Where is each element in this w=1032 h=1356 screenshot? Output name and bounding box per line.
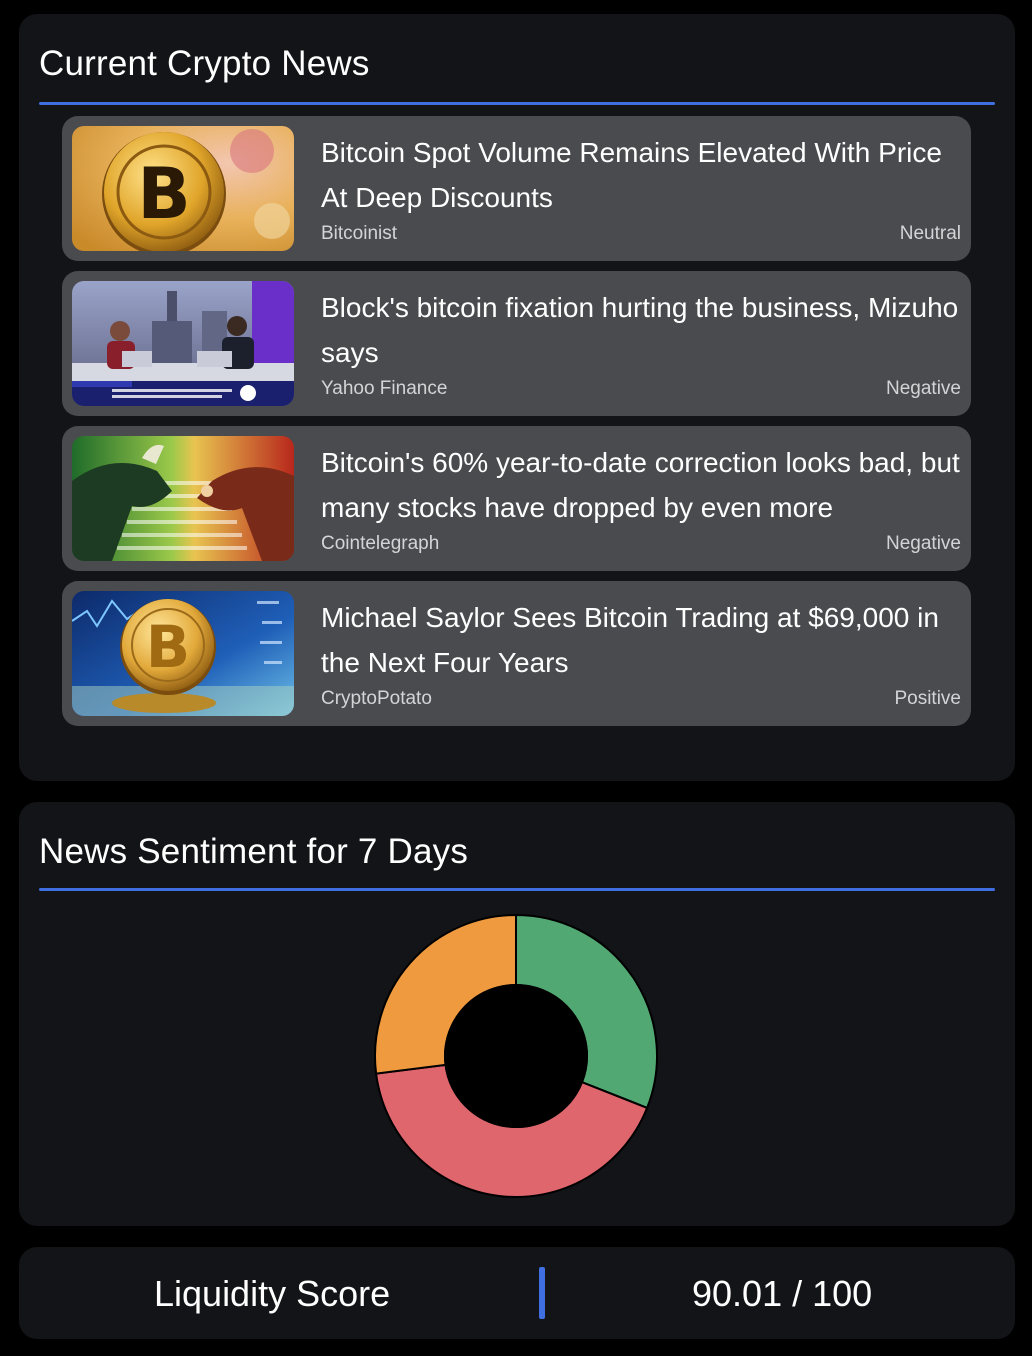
liquidity-score-label: Liquidity Score [154, 1273, 391, 1314]
news-item[interactable]: Bitcoin's 60% year-to-date correction lo… [62, 426, 971, 571]
donut-svg [374, 913, 658, 1198]
bitcoin-chart-image: B [72, 591, 294, 716]
sentiment-card: News Sentiment for 7 Days [19, 802, 1015, 1226]
svg-text:B: B [137, 153, 190, 235]
news-item[interactable]: Block's bitcoin fixation hurting the bus… [62, 271, 971, 416]
news-thumbnail[interactable]: B [72, 591, 294, 716]
news-headline[interactable]: Block's bitcoin fixation hurting the bus… [321, 285, 961, 375]
sentiment-donut-chart [19, 802, 1015, 1226]
news-source: Yahoo Finance [321, 378, 448, 399]
news-sentiment-label: Neutral [899, 223, 961, 244]
news-item[interactable]: B Bitcoin Spot Volume Remains Elevated W… [62, 116, 971, 261]
news-item[interactable]: B Michael Saylor Sees Bitcoin Trading at… [62, 581, 971, 726]
liquidity-score-value: 90.01 / 100 [692, 1273, 873, 1314]
liquidity-card: Liquidity Score 90.01 / 100 [19, 1247, 1015, 1339]
news-headline[interactable]: Bitcoin Spot Volume Remains Elevated Wit… [321, 130, 961, 220]
news-sentiment-label: Negative [886, 533, 961, 554]
svg-text:B: B [146, 613, 190, 681]
donut-hole [444, 984, 588, 1128]
news-thumbnail[interactable] [72, 281, 294, 406]
news-headline[interactable]: Bitcoin's 60% year-to-date correction lo… [321, 440, 961, 530]
news-headline[interactable]: Michael Saylor Sees Bitcoin Trading at $… [321, 595, 961, 685]
news-sentiment-label: Positive [894, 688, 961, 709]
news-source: CryptoPotato [321, 688, 432, 709]
news-card: Current Crypto News B Bitcoin Spot Volum… [19, 14, 1015, 781]
bitcoin-coin-image: B [72, 126, 294, 251]
news-thumbnail[interactable]: B [72, 126, 294, 251]
news-thumbnail[interactable] [72, 436, 294, 561]
news-source: Bitcoinist [321, 223, 398, 244]
liquidity-divider [539, 1267, 545, 1319]
news-source: Cointelegraph [321, 533, 440, 554]
tv-studio-image [72, 281, 294, 406]
bull-vs-bear-image [72, 436, 294, 561]
news-title-divider [39, 102, 995, 105]
news-card-title: Current Crypto News [39, 44, 370, 83]
news-sentiment-label: Negative [886, 378, 961, 399]
